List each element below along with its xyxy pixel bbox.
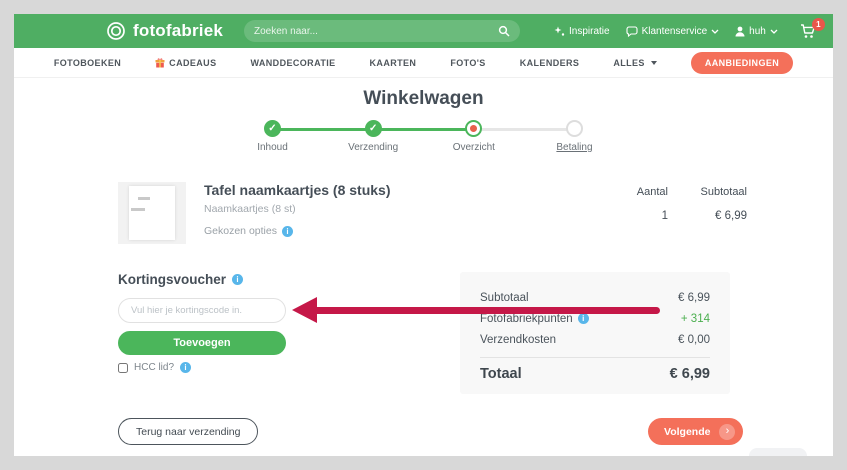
subtotal-column: Subtotaal € 6,99 bbox=[683, 186, 747, 222]
hcc-member-row: HCC lid? bbox=[118, 362, 192, 373]
info-icon[interactable] bbox=[232, 274, 244, 285]
sparkles-icon bbox=[554, 26, 565, 37]
voucher-code-input[interactable] bbox=[118, 298, 286, 323]
chevron-right-icon: › bbox=[719, 423, 736, 440]
chat-bubble-icon bbox=[626, 25, 638, 37]
quantity-header: Aantal bbox=[636, 186, 668, 198]
back-to-shipping-button[interactable]: Terug naar verzending bbox=[118, 418, 259, 445]
product-title: Tafel naamkaartjes (8 stuks) bbox=[204, 182, 391, 198]
quantity-value: 1 bbox=[661, 210, 668, 222]
quantity-column: Aantal 1 bbox=[606, 186, 668, 222]
step-inhoud: ✓ Inhoud bbox=[229, 120, 317, 164]
empty-step-icon bbox=[565, 120, 583, 137]
arrow-head-icon bbox=[292, 297, 317, 323]
subtotal-header: Subtotaal bbox=[700, 186, 747, 198]
subtotal-value: € 6,99 bbox=[715, 210, 747, 222]
info-icon[interactable] bbox=[180, 362, 192, 373]
chevron-down-icon bbox=[650, 60, 657, 65]
nav-aanbiedingen[interactable]: AANBIEDINGEN bbox=[690, 51, 794, 74]
product-options: Gekozen opties bbox=[204, 225, 391, 237]
summary-total-row: Totaal € 6,99 bbox=[480, 366, 710, 382]
search-input[interactable] bbox=[254, 25, 498, 37]
page-title: Winkelwagen bbox=[363, 88, 484, 109]
product-info: Tafel naamkaartjes (8 stuks) Naamkaartje… bbox=[204, 182, 391, 237]
nav-fotos[interactable]: FOTO'S bbox=[450, 58, 485, 68]
step-overzicht: Overzicht bbox=[430, 120, 518, 164]
klantenservice-link[interactable]: Klantenservice bbox=[626, 26, 720, 37]
current-step-icon bbox=[465, 120, 483, 137]
step-verzending: ✓ Verzending bbox=[329, 120, 417, 164]
product-thumbnail bbox=[118, 182, 186, 244]
inspiratie-link[interactable]: Inspiratie bbox=[554, 26, 610, 37]
search-bar[interactable] bbox=[244, 20, 520, 42]
voucher-title: Kortingsvoucher bbox=[118, 272, 244, 287]
voucher-submit-button[interactable]: Toevoegen bbox=[118, 331, 286, 355]
next-button[interactable]: Volgende › bbox=[648, 418, 744, 445]
nav-cadeaus[interactable]: CADEAUS bbox=[155, 57, 216, 68]
webshop-page: fotofabriek Zoeken naar... Inspiratie Kl… bbox=[14, 14, 833, 456]
user-icon bbox=[735, 26, 745, 37]
nav-fotoboeken[interactable]: FOTOBOEKEN bbox=[54, 58, 121, 68]
summary-divider bbox=[480, 357, 710, 358]
nav-alles[interactable]: ALLES bbox=[613, 58, 657, 68]
hcc-label: HCC lid? bbox=[134, 362, 175, 373]
search-icon[interactable] bbox=[498, 25, 510, 37]
info-icon[interactable] bbox=[577, 313, 589, 324]
summary-row-punten: Fotofabriekpunten + 314 bbox=[480, 308, 710, 329]
logo[interactable]: fotofabriek bbox=[106, 14, 223, 48]
summary-row-verzendkosten: Verzendkosten € 0,00 bbox=[480, 333, 710, 346]
step-betaling[interactable]: Betaling bbox=[530, 120, 618, 164]
nav-kalenders[interactable]: KALENDERS bbox=[520, 58, 580, 68]
checkout-stepper: ✓ Inhoud ✓ Verzending Overzicht Betaling bbox=[229, 120, 619, 164]
logo-rings-icon bbox=[106, 21, 126, 41]
product-thumbnail-card bbox=[129, 186, 175, 240]
info-icon[interactable] bbox=[281, 225, 293, 237]
check-circle-icon: ✓ bbox=[264, 120, 281, 137]
screenshot-frame: fotofabriek Zoeken naar... Inspiratie Kl… bbox=[0, 0, 847, 470]
order-summary: Subtotaal € 6,99 Fotofabriekpunten + 314… bbox=[460, 272, 730, 394]
main-nav: FOTOBOEKEN CADEAUS WANDDECORATIE KAARTEN… bbox=[14, 48, 833, 78]
cart-count-badge: 1 bbox=[811, 17, 825, 31]
nav-kaarten[interactable]: KAARTEN bbox=[370, 58, 417, 68]
account-link[interactable]: huh bbox=[735, 26, 778, 37]
logo-text: fotofabriek bbox=[133, 21, 224, 40]
hcc-checkbox[interactable] bbox=[118, 362, 128, 373]
chevron-down-icon bbox=[770, 29, 778, 34]
chevron-down-icon bbox=[711, 29, 719, 34]
header-links: Inspiratie Klantenservice huh 1 bbox=[554, 14, 825, 48]
scroll-top-arc bbox=[749, 448, 807, 456]
nav-wanddecoratie[interactable]: WANDDECORATIE bbox=[250, 58, 335, 68]
product-subtitle: Naamkaartjes (8 st) bbox=[204, 203, 296, 215]
header-bar: fotofabriek Zoeken naar... Inspiratie Kl… bbox=[14, 14, 833, 48]
gift-icon bbox=[155, 57, 165, 68]
check-circle-icon: ✓ bbox=[364, 120, 382, 137]
summary-row-subtotaal: Subtotaal € 6,99 bbox=[480, 291, 710, 304]
cart-button[interactable]: 1 bbox=[800, 17, 825, 39]
